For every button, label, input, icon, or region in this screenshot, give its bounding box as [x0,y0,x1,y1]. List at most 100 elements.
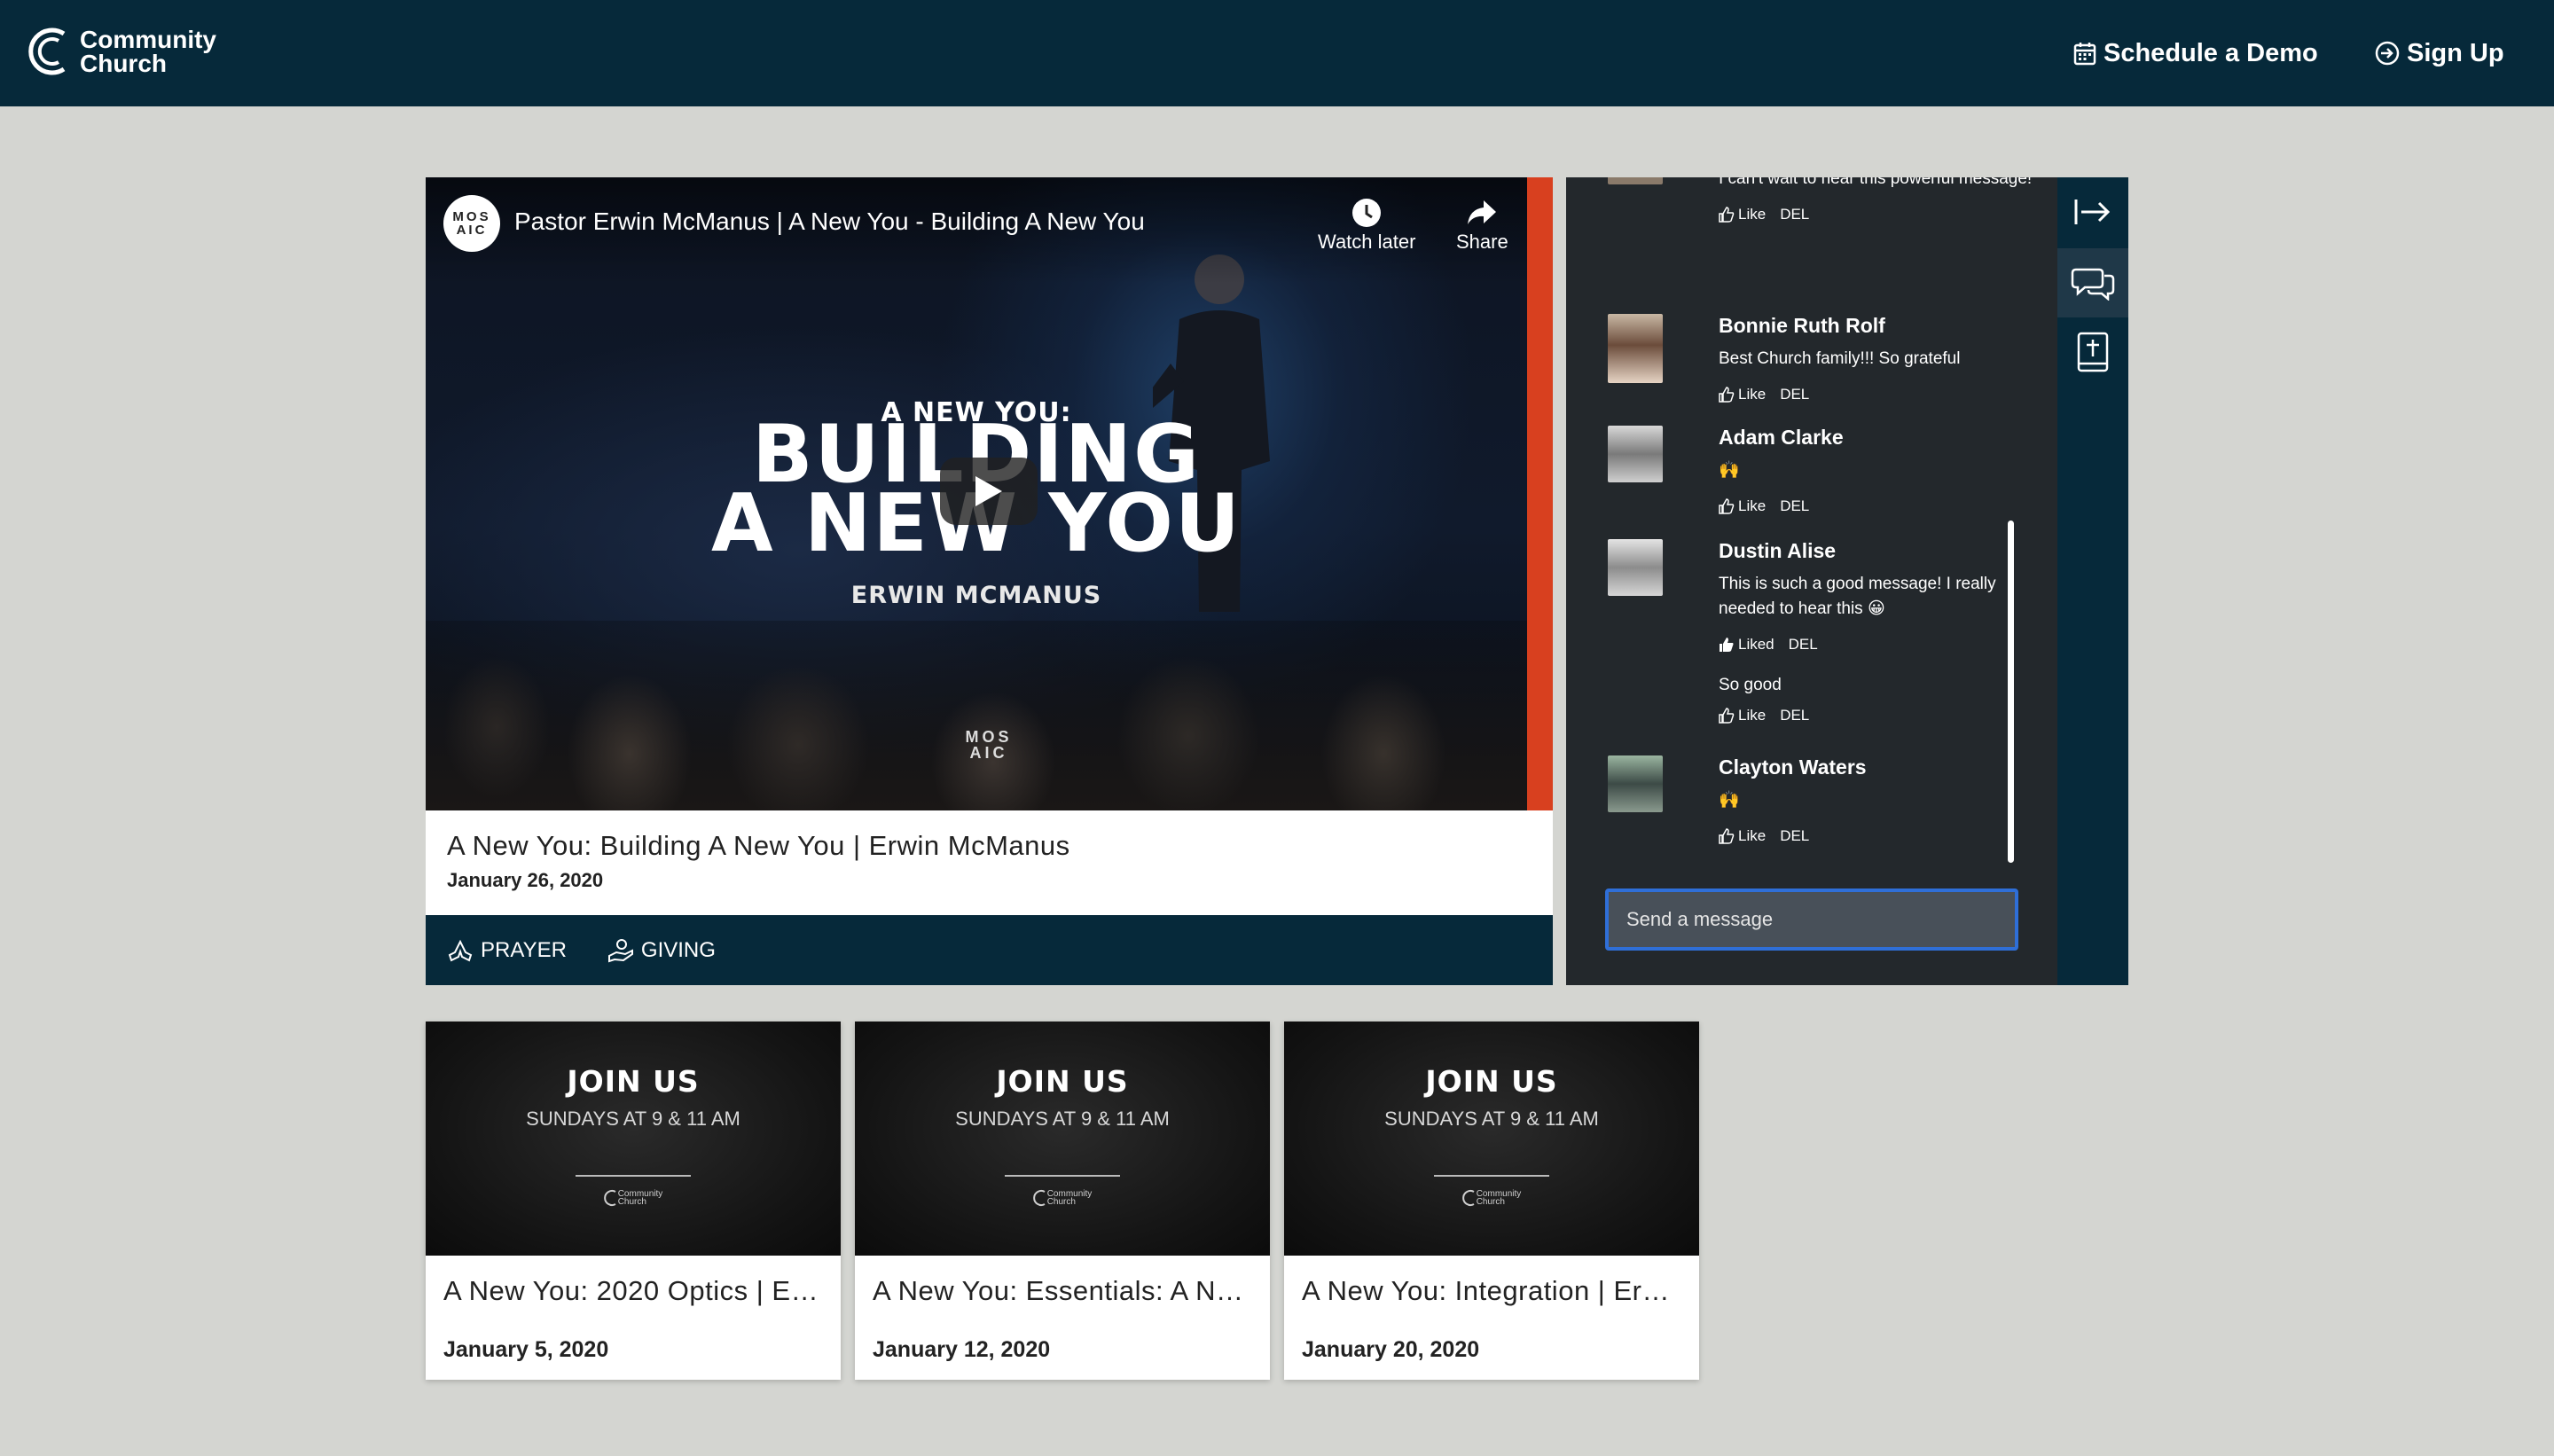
comment-text: I can't wait to hear this powerful messa… [1719,177,2033,188]
giving-label: GIVING [640,937,716,962]
share-button[interactable]: Share [1456,195,1508,254]
logo-line2: Church [80,50,167,77]
bible-tab-button[interactable] [2057,317,2128,387]
delete-button[interactable]: DEL [1780,827,1809,845]
chat-bubbles-icon [2071,268,2115,301]
thumbs-up-filled-icon [1720,638,1734,652]
avatar [1608,314,1663,383]
chat-side-rail [2057,177,2128,985]
schedule-demo-link[interactable]: Schedule a Demo [2073,35,2318,71]
delete-button[interactable]: DEL [1780,206,1809,223]
send-message-input[interactable]: Send a message [1605,888,2018,951]
bible-icon [2077,332,2109,372]
thumbs-up-icon [1719,387,1735,403]
video-card-item[interactable]: JOIN US SUNDAYS AT 9 & 11 AM Community C… [855,1022,1270,1380]
sign-up-label: Sign Up [2407,38,2504,67]
thumb-logo-line2: Church [1046,1197,1076,1207]
prayer-label: PRAYER [481,937,567,962]
card-thumbnail: JOIN US SUNDAYS AT 9 & 11 AM Community C… [1284,1022,1699,1256]
video-card-item[interactable]: JOIN US SUNDAYS AT 9 & 11 AM Community C… [1284,1022,1699,1380]
thumb-church-logo: Community Church [1284,1189,1699,1207]
like-button[interactable]: Like [1719,497,1766,515]
like-button[interactable]: Like [1719,707,1766,724]
praying-hands-icon [448,939,473,961]
reply-text: So good [1719,676,1782,694]
comment-text: This is such a good message! I really ne… [1719,575,1996,618]
thumbs-up-icon [1719,207,1735,223]
reply-actions: Like DEL [1719,707,2038,724]
church-logo[interactable]: Community Church [25,25,216,78]
chat-panel: I can't wait to hear this powerful messa… [1566,177,2057,985]
exit-panel-button[interactable] [2057,177,2128,247]
share-arrow-icon [1468,200,1497,224]
card-thumbnail: JOIN US SUNDAYS AT 9 & 11 AM Community C… [426,1022,841,1256]
mosaic-watermark: MOS AIC [962,729,1015,761]
like-button[interactable]: Like [1719,386,1766,403]
like-label: Like [1738,497,1767,514]
card-title: A New You: 2020 Optics | Erwin McManus [443,1275,825,1306]
like-button[interactable]: Like [1719,827,1766,845]
card-date: January 12, 2020 [873,1337,1051,1362]
chat-tab-button[interactable] [2057,248,2128,317]
comment-actions: Like DEL [1719,386,2038,403]
giving-button[interactable]: GIVING [607,938,716,963]
like-label: Like [1738,386,1767,403]
thumbs-up-icon [1719,498,1735,514]
delete-button[interactable]: DEL [1780,386,1809,403]
card-title: A New You: Integration | Erwin McManus [1302,1275,1683,1306]
mosaic-watermark-line2: AIC [969,744,1008,762]
chat-message-list[interactable]: I can't wait to hear this powerful messa… [1566,177,2057,869]
prayer-button[interactable]: PRAYER [447,938,567,963]
thumb-speaker-name: ERWIN MCMANUS [850,582,1102,609]
watch-later-button[interactable]: Watch later [1318,195,1415,254]
card-thumbnail: JOIN US SUNDAYS AT 9 & 11 AM Community C… [855,1022,1270,1256]
thumb-heading: JOIN US [567,1064,700,1099]
like-label: Like [1738,707,1767,724]
video-action-bar: PRAYER GIVING [426,915,1553,985]
calendar-icon [2073,43,2096,66]
thumb-accent-strip [1527,177,1553,810]
logo-c-icon [1032,1190,1046,1206]
comment-author: Dustin Alise [1719,539,1837,562]
sign-in-icon [2375,41,2400,66]
like-button[interactable]: Like [1719,206,1766,223]
clock-icon [1352,199,1382,227]
delete-button[interactable]: DEL [1789,636,1818,654]
chat-scrollbar[interactable] [2008,521,2014,863]
sign-up-link[interactable]: Sign Up [2375,35,2504,71]
thumb-subheading: SUNDAYS AT 9 & 11 AM [1384,1108,1599,1130]
comment-author: Clayton Waters [1719,755,1867,779]
comment-actions: Like DEL [1719,497,2038,515]
channel-avatar[interactable]: MOS AIC [443,195,500,252]
avatar [1608,426,1663,482]
delete-button[interactable]: DEL [1780,497,1809,515]
channel-avatar-line2: AIC [456,223,488,238]
player-video-title[interactable]: Pastor Erwin McManus | A New You - Build… [514,207,1145,236]
logo-c-icon [1461,1190,1475,1206]
liked-button[interactable]: Liked [1719,636,1774,654]
liked-label: Liked [1738,636,1774,653]
arrow-right-to-bar-icon [2074,200,2111,224]
thumbs-up-icon [1719,828,1735,844]
comment-text: Best Church family!!! So grateful [1719,349,1961,368]
video-player[interactable]: A NEW YOU: BUILDING A NEW YOU ERWIN MCMA… [426,177,1553,810]
avatar [1608,755,1663,812]
delete-button[interactable]: DEL [1780,707,1809,724]
thumb-subheading: SUNDAYS AT 9 & 11 AM [955,1108,1170,1130]
video-card-item[interactable]: JOIN US SUNDAYS AT 9 & 11 AM Community C… [426,1022,841,1380]
thumb-divider [1434,1175,1549,1177]
card-date: January 20, 2020 [1302,1337,1480,1362]
video-card: A NEW YOU: BUILDING A NEW YOU ERWIN MCMA… [426,177,1553,985]
play-button[interactable] [940,458,1038,525]
card-date: January 5, 2020 [443,1337,609,1362]
thumb-heading: JOIN US [996,1064,1129,1099]
thumb-logo-line2: Church [617,1197,646,1207]
avatar [1608,539,1663,596]
avatar [1608,177,1663,184]
comment-actions: Liked DEL [1719,636,2038,654]
share-label: Share [1456,231,1508,253]
logo-text: Community Church [80,27,216,77]
thumb-heading: JOIN US [1425,1064,1558,1099]
like-label: Like [1738,827,1767,844]
schedule-demo-label: Schedule a Demo [2104,38,2318,67]
